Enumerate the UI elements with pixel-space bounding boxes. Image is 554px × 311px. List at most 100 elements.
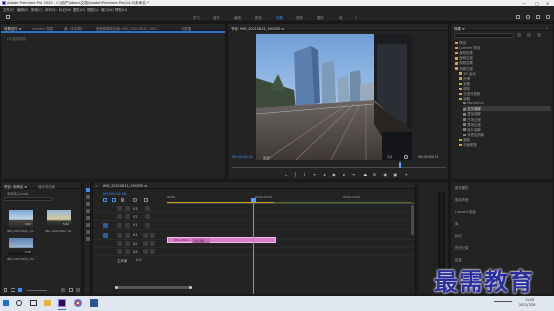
- pen-tool-icon[interactable]: [85, 223, 90, 227]
- type-tool-icon[interactable]: [85, 237, 90, 241]
- slip-tool-icon[interactable]: [85, 216, 90, 220]
- minimize-button[interactable]: —: [522, 1, 526, 6]
- toggle-sync-lock-icon[interactable]: [117, 222, 122, 228]
- timeline-hscroll[interactable]: [117, 286, 191, 289]
- ws-editing[interactable]: 编辑: [234, 15, 241, 20]
- tray-icons[interactable]: [494, 301, 512, 304]
- lock-track-icon[interactable]: [125, 222, 130, 228]
- tab-metadata[interactable]: 元数据: [181, 26, 191, 31]
- toggle-sync-lock-icon[interactable]: [117, 232, 122, 238]
- effects-tree-item[interactable]: MorphCut: [463, 101, 484, 105]
- toggle-output-icon[interactable]: [145, 214, 150, 219]
- quick-export-icon[interactable]: [516, 15, 520, 19]
- source-patch-a1[interactable]: [103, 232, 108, 238]
- step-back-icon[interactable]: ◂: [322, 172, 327, 178]
- clock-date[interactable]: 2021/7/26: [519, 303, 535, 307]
- maximize-button[interactable]: □: [535, 1, 539, 6]
- selection-tool-icon[interactable]: [85, 188, 90, 192]
- master-volume-value[interactable]: 0.0: [136, 258, 141, 262]
- ws-learn[interactable]: 学习: [193, 15, 200, 20]
- ws-assembly[interactable]: 组件: [213, 15, 220, 20]
- source-patch-v1[interactable]: [103, 222, 108, 228]
- home-icon[interactable]: [6, 15, 10, 19]
- toggle-output-icon[interactable]: [145, 222, 150, 228]
- mark-out-icon[interactable]: }: [302, 172, 307, 178]
- hand-tool-icon[interactable]: [85, 230, 90, 234]
- ws-effects[interactable]: 效果: [276, 15, 283, 20]
- timeline-hscroll-handle-left[interactable]: [115, 285, 118, 289]
- panel-list-item[interactable]: 库: [455, 221, 458, 226]
- panel-list-item[interactable]: 基本声音: [455, 197, 469, 202]
- 32bit-effects-icon[interactable]: [527, 33, 531, 37]
- program-playhead[interactable]: [399, 162, 401, 168]
- timeline-playhead[interactable]: [253, 198, 254, 294]
- tab-project[interactable]: 项目: 未命名 ≡: [4, 184, 27, 189]
- solo-track-icon[interactable]: [150, 241, 155, 246]
- start-icon[interactable]: [3, 300, 9, 306]
- project-search-input[interactable]: [4, 197, 52, 201]
- ws-graphics[interactable]: 图形: [317, 15, 324, 20]
- timeline-vscroll[interactable]: [411, 205, 414, 235]
- linked-selection-icon[interactable]: [112, 198, 116, 202]
- tab-sequence[interactable]: IMG_20210812_190355 ≡: [103, 184, 147, 188]
- button-editor-icon[interactable]: +: [404, 172, 409, 178]
- comparison-view-icon[interactable]: ▣: [393, 172, 398, 178]
- file-explorer-icon[interactable]: [44, 300, 51, 306]
- lock-track-icon[interactable]: [125, 214, 130, 219]
- fit-dropdown[interactable]: 适合: [263, 155, 270, 160]
- playhead-handle[interactable]: [251, 198, 256, 202]
- snap-icon[interactable]: [103, 198, 107, 202]
- workspace-more-icon[interactable]: »: [355, 15, 357, 20]
- panel-list-item[interactable]: Lumetri 颜色: [455, 209, 476, 214]
- list-view-icon[interactable]: [11, 288, 15, 292]
- clock-time[interactable]: 11:25: [525, 298, 534, 302]
- effects-menu-icon[interactable]: »: [546, 26, 548, 30]
- tab-effect-controls[interactable]: 效果控件 ≡: [4, 26, 21, 31]
- yuv-effects-icon[interactable]: [537, 33, 541, 37]
- lift-icon[interactable]: ⏏: [363, 172, 368, 178]
- timeline-timecode[interactable]: 00:00:04:16: [103, 191, 126, 196]
- go-to-out-icon[interactable]: ⇥: [351, 172, 356, 178]
- program-scrub-bar[interactable]: [232, 165, 446, 168]
- timeline-settings-icon[interactable]: [133, 198, 137, 202]
- effects-search-input[interactable]: [454, 33, 514, 38]
- new-bin-icon[interactable]: [61, 288, 65, 292]
- ws-audio[interactable]: 音频: [296, 15, 303, 20]
- panel-list-item[interactable]: 历史记录: [455, 245, 469, 250]
- add-marker-icon[interactable]: ⌄: [284, 172, 289, 178]
- toggle-sync-lock-icon[interactable]: [117, 206, 122, 211]
- ws-libraries[interactable]: 库: [339, 15, 342, 20]
- lock-track-icon[interactable]: [125, 206, 130, 211]
- go-to-in-icon[interactable]: ⇤: [313, 172, 318, 178]
- play-icon[interactable]: ▶: [332, 172, 337, 178]
- settings-icon[interactable]: [404, 155, 408, 159]
- notifications-icon[interactable]: [546, 15, 550, 19]
- premiere-taskbar-icon[interactable]: [58, 299, 66, 307]
- video-clip[interactable]: IMG_20210... 交叉溶解: [167, 237, 276, 243]
- accelerated-effects-icon[interactable]: [517, 33, 521, 37]
- tab-media-browser[interactable]: 媒体浏览器: [38, 184, 55, 189]
- tab-effects[interactable]: 效果 ≡: [454, 26, 465, 31]
- extract-icon[interactable]: ⊟: [372, 172, 377, 178]
- resolution-dropdown[interactable]: 1/2: [387, 155, 392, 159]
- add-marker-icon[interactable]: [121, 198, 124, 202]
- lock-track-icon[interactable]: [125, 241, 130, 246]
- export-frame-icon[interactable]: ◉: [383, 172, 388, 178]
- toggle-output-icon[interactable]: [145, 206, 150, 211]
- tab-program[interactable]: 节目: IMG_20210812_190355 ≡: [231, 26, 284, 31]
- lock-track-icon[interactable]: [125, 232, 130, 238]
- task-view-icon[interactable]: [30, 300, 37, 306]
- close-sequence-icon[interactable]: ×: [95, 184, 98, 188]
- razor-tool-icon[interactable]: [85, 209, 90, 213]
- mark-in-icon[interactable]: {: [293, 172, 298, 178]
- captions-icon[interactable]: [144, 198, 148, 202]
- close-button[interactable]: ✕: [546, 1, 549, 6]
- toggle-sync-lock-icon[interactable]: [117, 241, 122, 246]
- panel-list-item[interactable]: 标记: [455, 233, 462, 238]
- track-select-tool-icon[interactable]: [85, 195, 90, 199]
- tab-source[interactable]: 源: (无剪辑): [64, 26, 82, 31]
- mute-track-icon[interactable]: [143, 241, 148, 246]
- word-icon[interactable]: [90, 299, 98, 307]
- toggle-sync-lock-icon[interactable]: [117, 214, 122, 219]
- zoom-slider[interactable]: [27, 290, 47, 291]
